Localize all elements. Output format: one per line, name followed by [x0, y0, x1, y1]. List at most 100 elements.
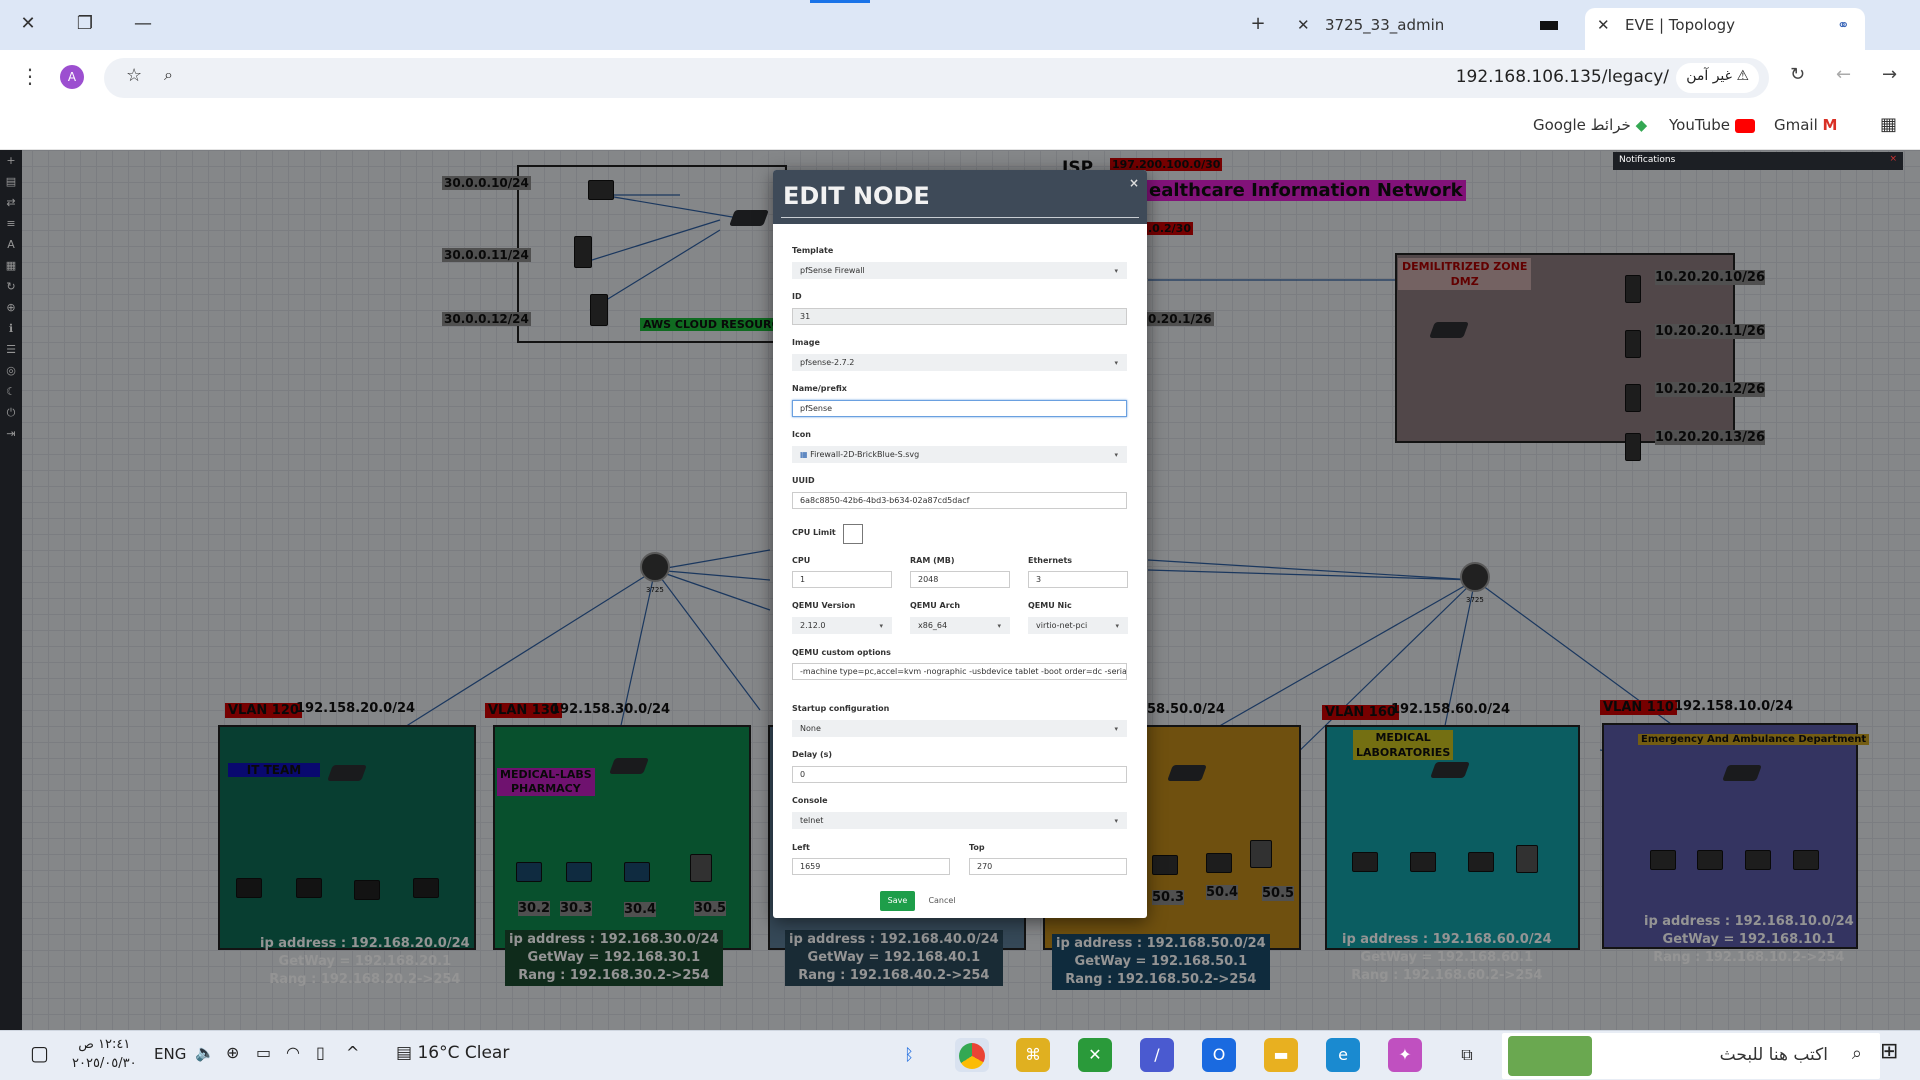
select-value: pfSense Firewall — [800, 266, 865, 275]
tab-group-icon: ⚭ — [1837, 16, 1850, 34]
notifications-bar[interactable]: Notifications × — [1613, 152, 1903, 170]
tab-favicon-icon — [1540, 21, 1558, 30]
search-icon: ⌕ — [1851, 1043, 1862, 1064]
windows-taskbar: ▢ ١٢:٤١ ص ٢٠٢٥/٠٥/٣٠ ENG 🔈 ⊕ ▭ ◠ ▯ ^ ▤ 1… — [0, 1030, 1920, 1080]
qemu-arch-label: QEMU Arch — [910, 601, 961, 610]
qemu-version-select[interactable]: 2.12.0 ▾ — [792, 617, 892, 634]
weather-widget[interactable]: ▤ 16°C Clear — [396, 1043, 509, 1063]
delay-input[interactable]: 0 — [792, 766, 1127, 783]
uuid-input[interactable]: 6a8c8850-42b6-4bd3-b634-02a87cd5dacf — [792, 492, 1127, 509]
tab-3725-admin[interactable]: ✕ 3725_33_admin — [1285, 8, 1575, 50]
edge-icon[interactable]: e — [1326, 1038, 1360, 1072]
name-input[interactable]: pfSense — [792, 400, 1127, 417]
minimize-window-icon[interactable]: — — [128, 10, 158, 38]
outlook-icon[interactable]: O — [1202, 1038, 1236, 1072]
select-value: Firewall-2D-BrickBlue-S.svg — [810, 450, 920, 459]
qemu-nic-label: QEMU Nic — [1028, 601, 1072, 610]
security-chip[interactable]: غير آمن ⚠ — [1676, 63, 1759, 93]
warning-icon: ⚠ — [1736, 68, 1749, 84]
firewall-icon: ▦ — [800, 450, 811, 459]
select-value: pfsense-2.7.2 — [800, 358, 855, 367]
cpu-limit-label: CPU Limit — [792, 528, 836, 537]
uuid-label: UUID — [792, 476, 815, 485]
tab-close-icon[interactable]: ✕ — [1297, 8, 1310, 42]
bookmark-gmail[interactable]: Gmail M — [1774, 116, 1837, 134]
left-input[interactable]: 1659 — [792, 858, 950, 875]
search-box[interactable]: اكتب هنا للبحث ⌕ — [1502, 1033, 1880, 1079]
zoom-icon[interactable]: ⌕ — [164, 65, 173, 85]
app-icon[interactable]: ⌘ — [1016, 1038, 1050, 1072]
bookmark-youtube[interactable]: YouTube — [1669, 116, 1755, 134]
chrome-icon[interactable] — [955, 1038, 989, 1072]
console-label: Console — [792, 796, 828, 805]
ram-input[interactable]: 2048 — [910, 571, 1010, 588]
xbox-icon[interactable]: ✕ — [1078, 1038, 1112, 1072]
notifications-label: Notifications — [1619, 155, 1676, 165]
cpu-limit-checkbox[interactable] — [843, 524, 863, 544]
save-button[interactable]: Save — [880, 891, 915, 911]
new-tab-icon[interactable]: + — [1243, 10, 1273, 38]
clock[interactable]: ١٢:٤١ ص ٢٠٢٥/٠٥/٣٠ — [72, 1035, 137, 1073]
file-explorer-icon[interactable]: ▬ — [1264, 1038, 1298, 1072]
qemu-options-input[interactable]: -machine type=pc,accel=kvm -nographic -u… — [792, 663, 1127, 680]
modal-title: EDIT NODE — [783, 182, 930, 210]
select-value: None — [800, 724, 821, 733]
bookmarks-bar: Google خرائط ◆ YouTube Gmail M ▦ — [0, 106, 1920, 150]
template-select[interactable]: pfSense Firewall ▾ — [792, 262, 1127, 279]
avatar[interactable]: A — [60, 65, 84, 89]
image-select[interactable]: pfsense-2.7.2 ▾ — [792, 354, 1127, 371]
cpu-input[interactable]: 1 — [792, 571, 892, 588]
apps-grid-icon[interactable]: ▦ — [1880, 114, 1897, 135]
visual-studio-icon[interactable]: / — [1140, 1038, 1174, 1072]
wifi-icon[interactable]: ◠ — [286, 1043, 300, 1062]
url-text[interactable]: 192.168.106.135/legacy/ — [1456, 67, 1669, 87]
cpu-label: CPU — [792, 556, 811, 565]
close-icon[interactable]: × — [1129, 176, 1139, 190]
close-icon[interactable]: × — [1889, 154, 1897, 164]
cancel-button[interactable]: Cancel — [923, 891, 961, 911]
browser-tab-bar: ✕ ❐ — + ✕ 3725_33_admin ✕ EVE | Topology… — [0, 0, 1920, 50]
youtube-icon — [1734, 118, 1755, 133]
globe-icon[interactable]: ⊕ — [226, 1043, 239, 1062]
delay-label: Delay (s) — [792, 750, 833, 759]
reload-icon[interactable]: ↻ — [1790, 64, 1805, 85]
console-select[interactable]: telnet ▾ — [792, 812, 1127, 829]
bookmark-google-maps[interactable]: Google خرائط ◆ — [1533, 116, 1647, 134]
tab-close-icon[interactable]: ✕ — [1597, 8, 1610, 42]
select-value: telnet — [800, 816, 824, 825]
template-label: Template — [792, 246, 834, 255]
search-highlight-image — [1508, 1036, 1592, 1076]
device-icon[interactable]: ▯ — [316, 1043, 325, 1062]
copilot-icon[interactable]: ✦ — [1388, 1038, 1422, 1072]
startup-config-select[interactable]: None ▾ — [792, 720, 1127, 737]
tab-eve-topology[interactable]: ✕ EVE | Topology ⚭ — [1585, 8, 1865, 50]
caret-down-icon: ▾ — [1114, 725, 1118, 733]
top-input[interactable]: 270 — [969, 858, 1127, 875]
bluetooth-icon[interactable]: ᛒ — [892, 1038, 926, 1072]
language-indicator[interactable]: ENG — [154, 1045, 186, 1063]
forward-icon[interactable]: ← — [1836, 64, 1851, 85]
qemu-arch-select[interactable]: x86_64 ▾ — [910, 617, 1010, 634]
windows-start-icon[interactable]: ⊞ — [1880, 1039, 1898, 1064]
loading-indicator — [810, 0, 870, 3]
gmail-icon: M — [1822, 116, 1838, 134]
url-box[interactable]: ☆ ⌕ 192.168.106.135/legacy/ غير آمن ⚠ — [104, 58, 1769, 98]
volume-icon[interactable]: 🔈 — [195, 1043, 215, 1062]
close-window-icon[interactable]: ✕ — [13, 10, 43, 38]
task-view-icon[interactable]: ⧉ — [1450, 1038, 1484, 1072]
ethernets-label: Ethernets — [1028, 556, 1073, 565]
qemu-nic-select[interactable]: virtio-net-pci ▾ — [1028, 617, 1128, 634]
clock-time: ١٢:٤١ ص — [78, 1037, 131, 1052]
caret-down-icon: ▾ — [1114, 451, 1118, 459]
ethernets-input[interactable]: 3 — [1028, 571, 1128, 588]
chevron-up-icon[interactable]: ^ — [346, 1043, 359, 1062]
edit-node-modal: EDIT NODE × Template pfSense Firewall ▾ I… — [773, 170, 1147, 918]
menu-dots-icon[interactable]: ⋮ — [20, 64, 40, 88]
battery-icon[interactable]: ▭ — [256, 1043, 271, 1062]
notification-center-icon[interactable]: ▢ — [30, 1041, 49, 1065]
back-icon[interactable]: → — [1882, 64, 1897, 85]
restore-window-icon[interactable]: ❐ — [70, 10, 100, 38]
select-value: 2.12.0 — [800, 621, 826, 630]
star-icon[interactable]: ☆ — [126, 65, 142, 86]
icon-select[interactable]: ▦ Firewall-2D-BrickBlue-S.svg ▾ — [792, 446, 1127, 463]
